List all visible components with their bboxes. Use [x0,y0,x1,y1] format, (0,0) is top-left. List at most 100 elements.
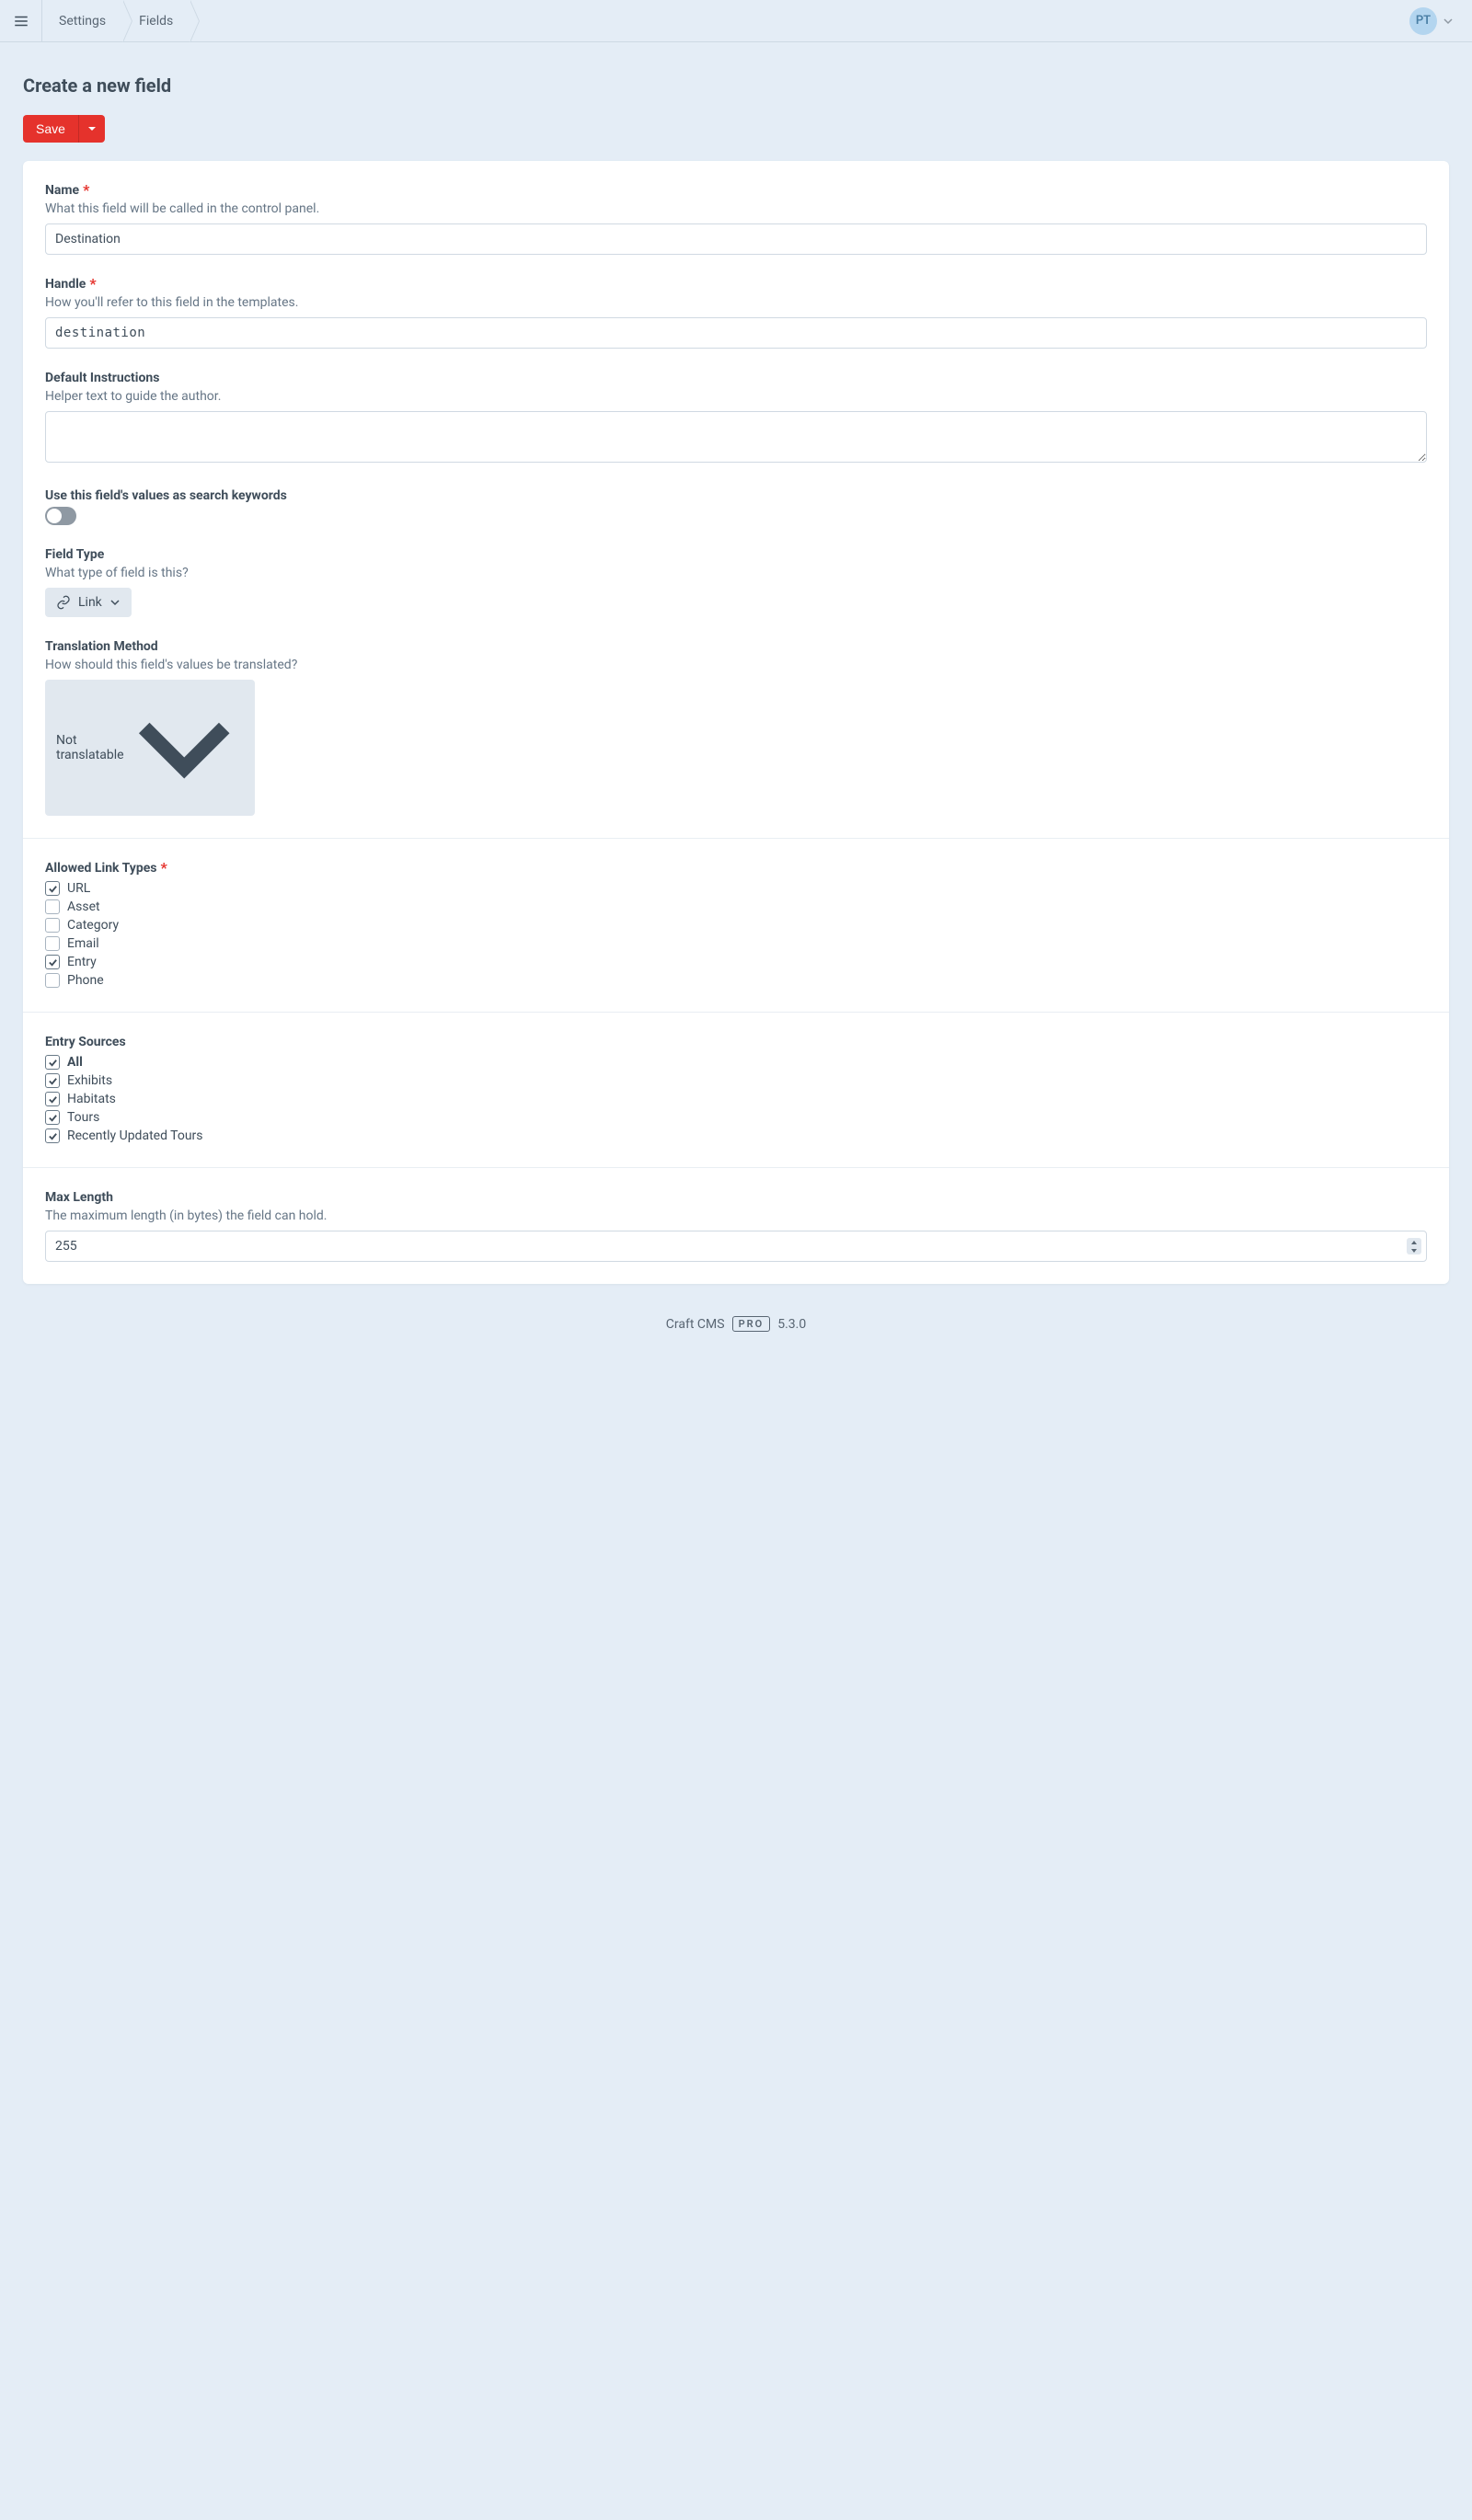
check-icon [48,1131,58,1141]
type-select[interactable]: Link [45,588,132,617]
instructions-input[interactable] [45,411,1427,463]
caret-down-icon [1410,1248,1418,1254]
save-group: Save [23,115,105,143]
maxlen-stepper[interactable] [1407,1238,1421,1254]
sources-label: All [67,1055,83,1070]
check-icon [48,1076,58,1086]
link-icon [56,595,71,610]
required-icon: * [89,277,96,292]
chevron-down-icon [86,123,98,134]
footer-version: 5.3.0 [777,1317,806,1332]
section-sources: Entry Sources All Exhibits Habitats Tours Re… [23,1012,1449,1167]
sources-checkbox[interactable] [45,1055,60,1070]
topbar-left: Settings Fields [0,0,190,41]
type-label: Field Type [45,547,104,562]
sources-item: All [45,1053,1427,1071]
sources-checkbox[interactable] [45,1110,60,1125]
allowed-checkbox[interactable] [45,973,60,988]
page-content: Create a new field Save Name * What this … [0,42,1472,1392]
sources-checklist: All Exhibits Habitats Tours Recently Updated… [45,1053,1427,1145]
section-general: Name * What this field will be called in … [23,161,1449,838]
sources-item: Tours [45,1108,1427,1127]
maxlen-input[interactable] [45,1231,1427,1262]
allowed-label: Asset [67,899,100,914]
page-title: Create a new field [23,74,1449,97]
field-maxlength: Max Length The maximum length (in bytes)… [45,1190,1427,1262]
sources-label: Exhibits [67,1073,112,1088]
allowed-item: Entry [45,953,1427,971]
allowed-label: Entry [67,955,97,969]
maxlen-label: Max Length [45,1190,113,1205]
topbar: Settings Fields PT [0,0,1472,42]
type-value: Link [78,595,102,610]
allowed-checkbox[interactable] [45,899,60,914]
footer-product: Craft CMS [666,1317,725,1332]
search-label: Use this field's values as search keywor… [45,488,287,503]
sources-checkbox[interactable] [45,1128,60,1143]
menu-button[interactable] [0,0,42,42]
stepper-down[interactable] [1407,1246,1421,1254]
field-instructions: Default Instructions Helper text to guid… [45,371,1427,466]
allowed-checkbox[interactable] [45,936,60,951]
allowed-item: URL [45,879,1427,898]
hamburger-icon [13,13,29,29]
chevron-down-icon [1443,16,1454,27]
required-icon: * [160,861,167,876]
sources-item: Habitats [45,1090,1427,1108]
allowed-label: Email [67,936,99,951]
translation-select[interactable]: Not translatable [45,680,255,816]
sources-checkbox[interactable] [45,1073,60,1088]
allowed-item: Asset [45,898,1427,916]
translation-value: Not translatable [56,733,124,762]
required-icon: * [83,183,89,198]
allowed-checklist: URLAsset Category Email Entry Phone [45,879,1427,990]
user-menu[interactable]: PT [1409,7,1454,35]
name-help: What this field will be called in the co… [45,201,1427,216]
allowed-checkbox[interactable] [45,881,60,896]
instructions-help: Helper text to guide the author. [45,389,1427,404]
field-name: Name * What this field will be called in … [45,183,1427,255]
allowed-checkbox[interactable] [45,955,60,969]
check-icon [48,1113,58,1123]
chevron-down-icon [124,688,244,808]
save-button[interactable]: Save [23,115,78,143]
avatar: PT [1409,7,1437,35]
handle-input[interactable] [45,317,1427,349]
sources-label: Recently Updated Tours [67,1128,203,1143]
translation-help: How should this field's values be transl… [45,658,1427,672]
save-dropdown-button[interactable] [78,115,105,143]
footer-edition-badge: PRO [732,1316,771,1332]
name-label: Name [45,183,79,198]
check-icon [48,957,58,968]
caret-up-icon [1410,1240,1418,1245]
allowed-label: Allowed Link Types [45,861,156,876]
sources-item: Exhibits [45,1071,1427,1090]
breadcrumbs: Settings Fields [42,0,190,41]
field-type: Field Type What type of field is this? L… [45,547,1427,617]
field-translation: Translation Method How should this field… [45,639,1427,816]
allowed-item: Category [45,916,1427,934]
handle-help: How you'll refer to this field in the te… [45,295,1427,310]
chevron-down-icon [109,597,121,608]
allowed-label: Phone [67,973,104,988]
stepper-up[interactable] [1407,1238,1421,1246]
field-search-keywords: Use this field's values as search keywor… [45,488,1427,525]
allowed-item: Email [45,934,1427,953]
field-handle: Handle* How you'll refer to this field i… [45,277,1427,349]
breadcrumb-settings[interactable]: Settings [42,0,122,42]
type-help: What type of field is this? [45,566,1427,580]
section-maxlen: Max Length The maximum length (in bytes)… [23,1167,1449,1284]
allowed-label: Category [67,918,119,933]
sources-label: Entry Sources [45,1035,126,1049]
allowed-checkbox[interactable] [45,918,60,933]
name-input[interactable] [45,223,1427,255]
footer: Craft CMS PRO 5.3.0 [23,1284,1449,1355]
check-icon [48,884,58,894]
search-toggle[interactable] [45,507,76,525]
sources-label: Tours [67,1110,99,1125]
maxlen-help: The maximum length (in bytes) the field … [45,1208,1427,1223]
handle-label: Handle [45,277,86,292]
allowed-item: Phone [45,971,1427,990]
field-allowed: Allowed Link Types * URLAsset Category Emai… [45,861,1427,990]
sources-checkbox[interactable] [45,1092,60,1106]
